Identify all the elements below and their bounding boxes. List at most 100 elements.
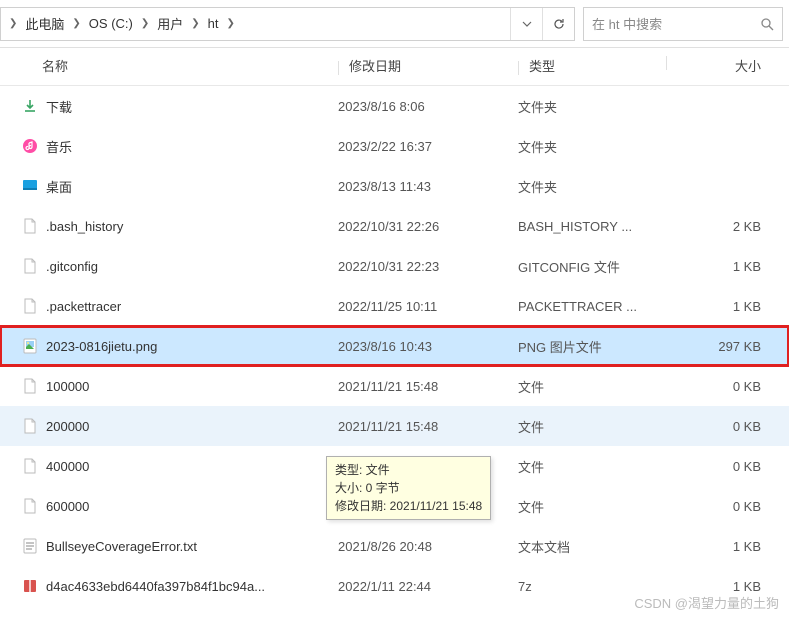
desktop-folder-icon: [18, 178, 42, 194]
file-name: .packettracer: [42, 299, 338, 314]
chevron-right-icon: ❯: [70, 18, 82, 29]
file-name: 2023-0816jietu.png: [42, 339, 338, 354]
file-size: 1 KB: [666, 299, 775, 314]
search-icon: [760, 17, 774, 31]
file-date: 2021/11/21 15:48: [338, 419, 518, 434]
tooltip-line: 修改日期: 2021/11/21 15:48: [335, 497, 482, 515]
file-list: 下载2023/8/16 8:06文件夹音乐2023/2/22 16:37文件夹桌…: [0, 86, 789, 606]
file-type: 文件: [518, 457, 666, 476]
file-type: 7z: [518, 579, 666, 594]
file-type: 文件: [518, 417, 666, 436]
file-type: 文本文档: [518, 537, 666, 556]
file-icon: [18, 418, 42, 434]
file-icon: [18, 458, 42, 474]
file-name: 600000: [42, 499, 338, 514]
chevron-right-icon: ❯: [189, 18, 201, 29]
download-folder-icon: [18, 98, 42, 114]
file-type: BASH_HISTORY ...: [518, 219, 666, 234]
file-row[interactable]: 2000002021/11/21 15:48文件0 KB: [0, 406, 789, 446]
file-type: GITCONFIG 文件: [518, 257, 666, 276]
search-input[interactable]: 在 ht 中搜索: [583, 7, 783, 41]
file-row[interactable]: .packettracer2022/11/25 10:11PACKETTRACE…: [0, 286, 789, 326]
file-date: 2023/8/16 8:06: [338, 99, 518, 114]
file-name: d4ac4633ebd6440fa397b84f1bc94a...: [42, 579, 338, 594]
file-name: 200000: [42, 419, 338, 434]
file-size: 0 KB: [666, 379, 775, 394]
file-date: 2023/8/13 11:43: [338, 179, 518, 194]
file-date: 2022/1/11 22:44: [338, 579, 518, 594]
chevron-right-icon: ❯: [139, 18, 151, 29]
file-icon: [18, 258, 42, 274]
file-date: 2022/10/31 22:26: [338, 219, 518, 234]
file-icon: [18, 298, 42, 314]
address-bar[interactable]: ❯ 此电脑 ❯ OS (C:) ❯ 用户 ❯ ht ❯: [0, 7, 575, 41]
file-row[interactable]: d4ac4633ebd6440fa397b84f1bc94a...2022/1/…: [0, 566, 789, 606]
file-name: BullseyeCoverageError.txt: [42, 539, 338, 554]
file-type: 文件夹: [518, 97, 666, 116]
tooltip: 类型: 文件 大小: 0 字节 修改日期: 2021/11/21 15:48: [326, 456, 491, 520]
file-type: 文件夹: [518, 177, 666, 196]
file-row[interactable]: 2023-0816jietu.png2023/8/16 10:43PNG 图片文…: [0, 326, 789, 366]
file-name: 400000: [42, 459, 338, 474]
file-name: .bash_history: [42, 219, 338, 234]
refresh-button[interactable]: [542, 8, 574, 40]
file-date: 2021/8/26 20:48: [338, 539, 518, 554]
breadcrumb-item[interactable]: 此电脑: [21, 12, 68, 35]
file-size: 1 KB: [666, 579, 775, 594]
tooltip-line: 类型: 文件: [335, 461, 482, 479]
column-header-date[interactable]: 修改日期: [338, 56, 518, 75]
file-row[interactable]: 桌面2023/8/13 11:43文件夹: [0, 166, 789, 206]
file-size: 1 KB: [666, 539, 775, 554]
file-date: 2021/11/21 15:48: [338, 379, 518, 394]
tooltip-line: 大小: 0 字节: [335, 479, 482, 497]
chevron-right-icon: ❯: [225, 18, 237, 29]
file-row[interactable]: 下载2023/8/16 8:06文件夹: [0, 86, 789, 126]
chevron-right-icon[interactable]: ❯: [7, 18, 19, 29]
file-size: 0 KB: [666, 459, 775, 474]
column-header-size[interactable]: 大小: [666, 56, 775, 75]
breadcrumb-item[interactable]: OS (C:): [85, 14, 137, 33]
file-date: 2022/11/25 10:11: [338, 299, 518, 314]
file-size: 0 KB: [666, 499, 775, 514]
file-size: 0 KB: [666, 419, 775, 434]
file-size: 1 KB: [666, 259, 775, 274]
file-date: 2022/10/31 22:23: [338, 259, 518, 274]
file-type: 文件夹: [518, 137, 666, 156]
file-type: PNG 图片文件: [518, 337, 666, 356]
file-row[interactable]: .bash_history2022/10/31 22:26BASH_HISTOR…: [0, 206, 789, 246]
breadcrumb-item[interactable]: ht: [204, 14, 223, 33]
file-name: 音乐: [42, 137, 338, 156]
file-date: 2023/2/22 16:37: [338, 139, 518, 154]
breadcrumb-item[interactable]: 用户: [153, 12, 187, 35]
search-placeholder: 在 ht 中搜索: [592, 14, 754, 33]
archive-icon: [18, 578, 42, 594]
breadcrumb: ❯ 此电脑 ❯ OS (C:) ❯ 用户 ❯ ht ❯: [1, 12, 510, 35]
column-headers: 名称 修改日期 类型 大小: [0, 48, 789, 86]
refresh-icon: [552, 17, 566, 31]
file-name: 桌面: [42, 177, 338, 196]
file-row[interactable]: BullseyeCoverageError.txt2021/8/26 20:48…: [0, 526, 789, 566]
text-icon: [18, 538, 42, 554]
file-size: 297 KB: [666, 339, 775, 354]
file-row[interactable]: 1000002021/11/21 15:48文件0 KB: [0, 366, 789, 406]
file-row[interactable]: 音乐2023/2/22 16:37文件夹: [0, 126, 789, 166]
file-date: 2023/8/16 10:43: [338, 339, 518, 354]
file-icon: [18, 378, 42, 394]
file-name: 下载: [42, 97, 338, 116]
file-size: 2 KB: [666, 219, 775, 234]
column-header-type[interactable]: 类型: [518, 56, 666, 75]
toolbar: ❯ 此电脑 ❯ OS (C:) ❯ 用户 ❯ ht ❯ 在 ht 中搜索: [0, 0, 789, 48]
file-name: .gitconfig: [42, 259, 338, 274]
music-folder-icon: [18, 138, 42, 154]
file-type: 文件: [518, 497, 666, 516]
file-icon: [18, 218, 42, 234]
file-type: 文件: [518, 377, 666, 396]
file-name: 100000: [42, 379, 338, 394]
png-icon: [18, 338, 42, 354]
file-type: PACKETTRACER ...: [518, 299, 666, 314]
column-header-name[interactable]: 名称: [42, 56, 338, 75]
file-icon: [18, 498, 42, 514]
history-dropdown-button[interactable]: [510, 8, 542, 40]
file-row[interactable]: .gitconfig2022/10/31 22:23GITCONFIG 文件1 …: [0, 246, 789, 286]
chevron-down-icon: [522, 19, 532, 29]
